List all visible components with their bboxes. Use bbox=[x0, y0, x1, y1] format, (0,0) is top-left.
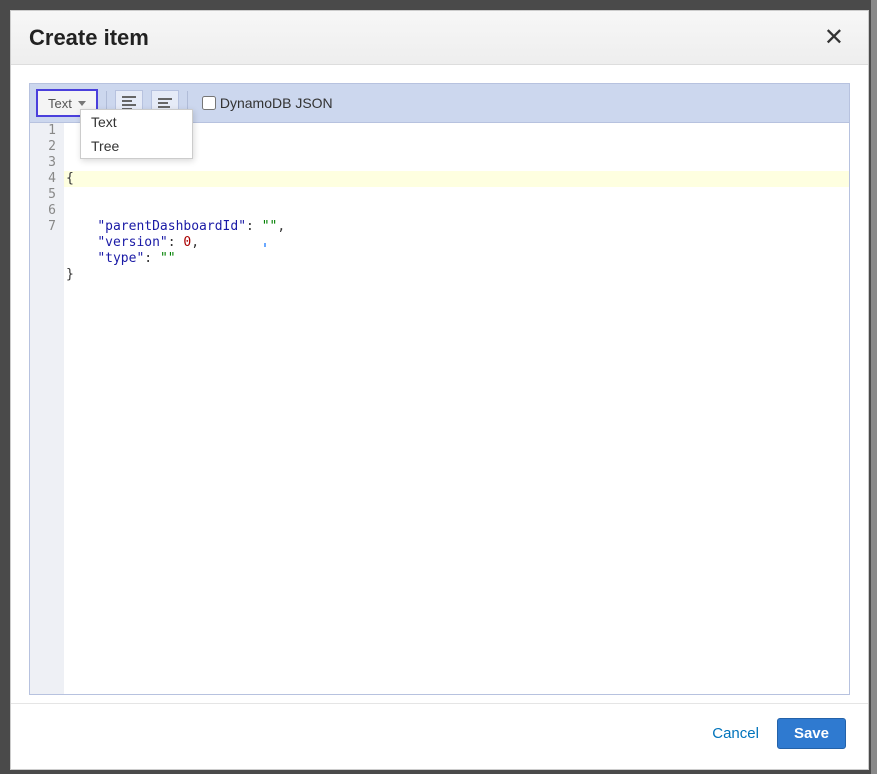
view-mode-option[interactable]: Tree bbox=[81, 134, 192, 158]
code-line[interactable]: "parentDashboardId": "", bbox=[64, 219, 849, 235]
code-line[interactable] bbox=[64, 203, 849, 219]
modal-header: Create item ✕ bbox=[11, 11, 868, 65]
view-mode-option[interactable]: Text bbox=[81, 110, 192, 134]
editor-content[interactable]: { "parentDashboardId": "", "version": 0,… bbox=[64, 123, 849, 694]
gutter-line-number: 5 bbox=[40, 187, 56, 203]
save-button[interactable]: Save bbox=[777, 718, 846, 749]
format-compact-icon bbox=[158, 98, 172, 108]
modal-body: Text DynamoDB JSON 1234567 bbox=[11, 65, 868, 703]
modal-footer: Cancel Save bbox=[11, 703, 868, 769]
dynamodb-json-checkbox[interactable] bbox=[202, 96, 216, 110]
cancel-button[interactable]: Cancel bbox=[712, 725, 759, 742]
background-scrollbar-hint bbox=[871, 0, 877, 774]
editor-gutter: 1234567 bbox=[30, 123, 64, 694]
cursor-indicator bbox=[264, 243, 266, 247]
gutter-line-number: 3 bbox=[40, 155, 56, 171]
format-expand-icon bbox=[122, 96, 136, 110]
modal-title: Create item bbox=[29, 25, 149, 51]
gutter-line-number: 6 bbox=[40, 203, 56, 219]
code-line[interactable]: "type": "" bbox=[64, 251, 849, 267]
code-line[interactable]: { bbox=[64, 171, 849, 187]
close-icon[interactable]: ✕ bbox=[818, 23, 850, 52]
gutter-line-number: 4 bbox=[40, 171, 56, 187]
view-mode-menu: TextTree bbox=[80, 109, 193, 159]
gutter-line-number: 2 bbox=[40, 139, 56, 155]
code-line[interactable]: "version": 0, bbox=[64, 235, 849, 251]
chevron-down-icon bbox=[78, 101, 86, 106]
view-mode-label: Text bbox=[48, 96, 72, 111]
code-editor[interactable]: 1234567 { "parentDashboardId": "", "vers… bbox=[29, 123, 850, 695]
code-line[interactable] bbox=[64, 187, 849, 203]
code-line[interactable]: } bbox=[64, 267, 849, 283]
dynamodb-json-toggle[interactable]: DynamoDB JSON bbox=[202, 95, 333, 111]
gutter-line-number: 1 bbox=[40, 123, 56, 139]
gutter-line-number: 7 bbox=[40, 219, 56, 235]
dynamodb-json-label: DynamoDB JSON bbox=[220, 95, 333, 111]
